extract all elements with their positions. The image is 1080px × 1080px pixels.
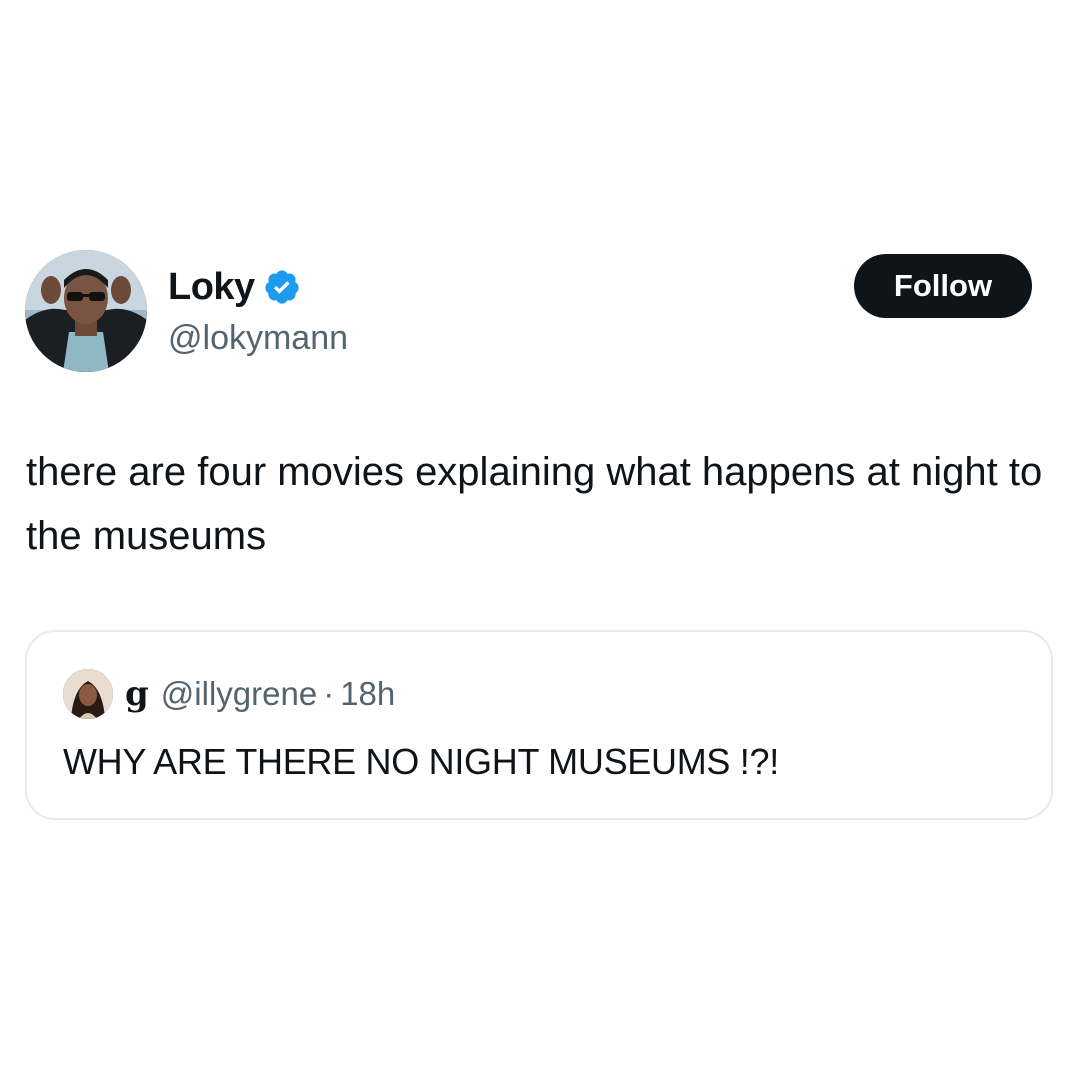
quoted-tweet-card[interactable]: g @illygrene · 18h WHY ARE THERE NO NIGH… xyxy=(25,630,1053,820)
quoted-tweet-timestamp[interactable]: 18h xyxy=(340,675,395,713)
author-handle[interactable]: @lokymann xyxy=(168,316,348,360)
quoted-meta-separator: · xyxy=(323,675,335,712)
verified-badge-icon xyxy=(263,268,301,306)
author-name-row: Loky xyxy=(168,262,301,312)
author-display-name[interactable]: Loky xyxy=(168,262,255,312)
quoted-tweet-text: WHY ARE THERE NO NIGHT MUSEUMS !?! xyxy=(63,741,779,782)
quoted-author-avatar[interactable] xyxy=(63,669,113,719)
quoted-author-display-name[interactable]: g xyxy=(125,674,149,714)
quoted-tweet-header: g @illygrene · 18h xyxy=(63,668,395,720)
author-avatar-image xyxy=(25,250,147,372)
quoted-author-handle[interactable]: @illygrene xyxy=(161,675,317,713)
author-avatar[interactable] xyxy=(25,250,147,372)
follow-button[interactable]: Follow xyxy=(854,254,1032,318)
tweet-text: there are four movies explaining what ha… xyxy=(26,450,1043,558)
quoted-author-avatar-image xyxy=(63,669,113,719)
